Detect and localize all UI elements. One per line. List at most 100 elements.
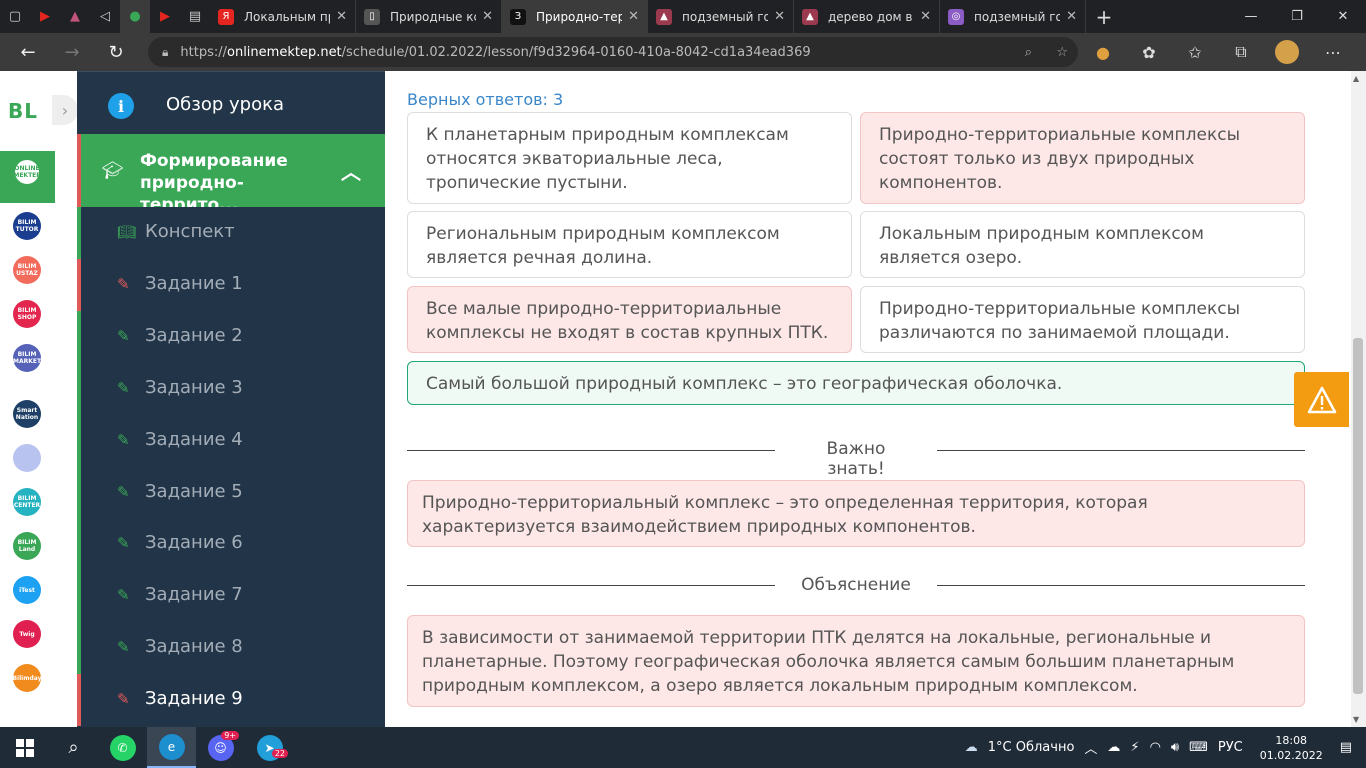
bilimday-app-icon[interactable]: Bilimday: [12, 664, 42, 692]
online-mektep-app-icon[interactable]: ONLINE MEKTEP: [13, 158, 41, 186]
profile-avatar[interactable]: [1275, 40, 1299, 64]
notifications-icon[interactable]: ▤: [1340, 740, 1352, 755]
back-icon[interactable]: ←: [8, 33, 48, 71]
bilim-shop-app-icon[interactable]: BILIM SHOP: [13, 300, 41, 328]
youtube-pinned-icon[interactable]: ▶: [30, 0, 60, 33]
zoom-icon[interactable]: ⌕: [1025, 45, 1032, 60]
browser-tab[interactable]: ◎ подземный го ✕: [940, 0, 1086, 33]
sidebar-item-task-1[interactable]: ✎ Задание 1: [77, 258, 385, 311]
audio-pinned-icon[interactable]: ◁: [90, 0, 120, 33]
wifi-icon[interactable]: ◠: [1150, 740, 1161, 755]
chevron-up-icon[interactable]: ︿: [341, 156, 361, 185]
tray-chevron-icon[interactable]: ︿: [1084, 738, 1097, 757]
forward-icon[interactable]: →: [52, 33, 92, 71]
favorite-icon[interactable]: ☆: [1056, 45, 1068, 60]
sidebar-item-task-5[interactable]: ✎ Задание 5: [77, 466, 385, 519]
restore-icon[interactable]: ❐: [1274, 0, 1320, 33]
network-status-icon[interactable]: ⚡︎: [1130, 740, 1139, 755]
more-menu-icon[interactable]: ⋯: [1310, 43, 1356, 62]
tab-title: Природные кс: [390, 9, 477, 24]
edge-button[interactable]: e: [147, 727, 196, 768]
telegram-badge: 22: [271, 749, 288, 758]
close-tab-icon[interactable]: ✕: [774, 9, 785, 24]
bilim-pinned-icon[interactable]: ●: [120, 0, 150, 33]
tab-title: Локальным пр: [244, 9, 331, 24]
discord-button[interactable]: ☺ 9+: [196, 727, 245, 768]
bilim-ustaz-app-icon[interactable]: BILIM USTAZ: [13, 256, 41, 284]
reload-icon[interactable]: ↻: [96, 33, 136, 71]
expand-strip-icon[interactable]: ›: [52, 95, 78, 125]
sidebar-item-task-9[interactable]: ✎ Задание 9: [77, 674, 385, 727]
sidebar-item-task-3[interactable]: ✎ Задание 3: [77, 362, 385, 415]
new-tab-button[interactable]: +: [1086, 5, 1122, 29]
sidebar-item-summary[interactable]: 📖︎ Конспект: [77, 207, 385, 259]
extension-icon[interactable]: ●: [1080, 43, 1126, 62]
tab-actions-icon[interactable]: ▢: [0, 0, 30, 33]
sidebar-item-task-8[interactable]: ✎ Задание 8: [77, 622, 385, 675]
answer-card: Природно-территориальные комплексы разли…: [860, 286, 1305, 353]
sidebar-item-task-6[interactable]: ✎ Задание 6: [77, 518, 385, 571]
answer-card: Локальным природным комплексом является …: [860, 211, 1305, 278]
onedrive-icon[interactable]: ☁: [1107, 740, 1120, 755]
section-header[interactable]: 🎓︎ Формирование природно-террито... ︿: [77, 134, 385, 215]
bilim-docs-app-icon[interactable]: [13, 444, 41, 472]
answer-card: К планетарным природным комплексам относ…: [407, 112, 852, 204]
minimize-icon[interactable]: —: [1228, 0, 1274, 33]
browser-tab[interactable]: ▲ дерево дом в ✕: [794, 0, 940, 33]
youtube-pinned-icon-2[interactable]: ▶: [150, 0, 180, 33]
volume-icon[interactable]: 🔊︎: [1171, 740, 1179, 755]
twig-app-icon[interactable]: Twig: [13, 620, 41, 648]
close-tab-icon[interactable]: ✕: [1066, 9, 1077, 24]
favorites-icon[interactable]: ✩: [1172, 43, 1218, 62]
lesson-overview-item[interactable]: i Обзор урока: [77, 71, 385, 134]
edge-icon: e: [158, 733, 185, 760]
browser-tab[interactable]: ▯ Природные кс ✕: [356, 0, 502, 33]
bilim-center-app-icon[interactable]: BILIM CENTER: [13, 488, 41, 516]
bilim-market-app-icon[interactable]: BILIM MARKET: [13, 344, 41, 372]
close-tab-icon[interactable]: ✕: [336, 9, 347, 24]
bilim-land-app-icon[interactable]: BILIM Land: [13, 532, 41, 560]
extensions-icon[interactable]: ✿: [1126, 43, 1172, 62]
explanation-text: В зависимости от занимаемой территории П…: [407, 615, 1305, 707]
browser-toolbar: ← → ↻ 🔒︎ https://onlinemektep.net/schedu…: [0, 33, 1366, 71]
browser-tab[interactable]: З Природно-тер ✕: [502, 0, 648, 33]
edit-icon: ✎: [117, 534, 130, 553]
whatsapp-icon: ✆: [109, 734, 136, 761]
sidebar-item-task-2[interactable]: ✎ Задание 2: [77, 310, 385, 363]
book-icon: 📖︎: [117, 223, 137, 241]
lesson-sidebar: i Обзор урока 🎓︎ Формирование природно-т…: [77, 71, 385, 727]
search-icon[interactable]: ⌕: [49, 727, 98, 768]
browser-tab[interactable]: Я Локальным пр ✕: [210, 0, 356, 33]
close-tab-icon[interactable]: ✕: [920, 9, 931, 24]
weather-text[interactable]: 1°C Облачно: [988, 740, 1075, 755]
browser-tab[interactable]: ▲ подземный го ✕: [648, 0, 794, 33]
close-tab-icon[interactable]: ✕: [628, 9, 639, 24]
image-pinned-icon[interactable]: ▲: [60, 0, 90, 33]
document-pinned-icon[interactable]: ▤: [180, 0, 210, 33]
itest-app-icon[interactable]: iTest: [13, 576, 41, 604]
sidebar-item-label: Задание 3: [145, 376, 243, 398]
smart-nation-app-icon[interactable]: Smart Nation: [13, 400, 41, 428]
bilim-tutor-app-icon[interactable]: BILIM TUTOR: [13, 212, 41, 240]
sidebar-item-task-7[interactable]: ✎ Задание 7: [77, 570, 385, 623]
close-window-icon[interactable]: ✕: [1320, 0, 1366, 33]
keyboard-icon[interactable]: ⌨: [1189, 740, 1208, 755]
sidebar-item-label: Задание 7: [145, 584, 243, 606]
whatsapp-button[interactable]: ✆: [98, 727, 147, 768]
report-issue-button[interactable]: [1294, 372, 1349, 427]
collections-icon[interactable]: ⧉: [1218, 42, 1264, 62]
sidebar-item-label: Задание 2: [145, 324, 243, 346]
start-button[interactable]: [0, 727, 49, 768]
clock[interactable]: 18:08 01.02.2022: [1260, 733, 1323, 763]
clock-date: 01.02.2022: [1259, 748, 1323, 762]
sidebar-item-task-4[interactable]: ✎ Задание 4: [77, 414, 385, 467]
address-bar[interactable]: 🔒︎ https://onlinemektep.net/schedule/01.…: [148, 37, 1078, 67]
tab-title: подземный го: [682, 9, 769, 24]
sidebar-item-label: Задание 9: [145, 688, 243, 710]
page-scrollbar[interactable]: ▲ ▼: [1351, 71, 1366, 727]
close-tab-icon[interactable]: ✕: [482, 9, 493, 24]
language-indicator[interactable]: РУС: [1218, 740, 1243, 755]
scrollbar-thumb[interactable]: [1353, 338, 1363, 694]
edit-icon: ✎: [117, 326, 130, 345]
telegram-button[interactable]: ➤ 22: [245, 727, 294, 768]
